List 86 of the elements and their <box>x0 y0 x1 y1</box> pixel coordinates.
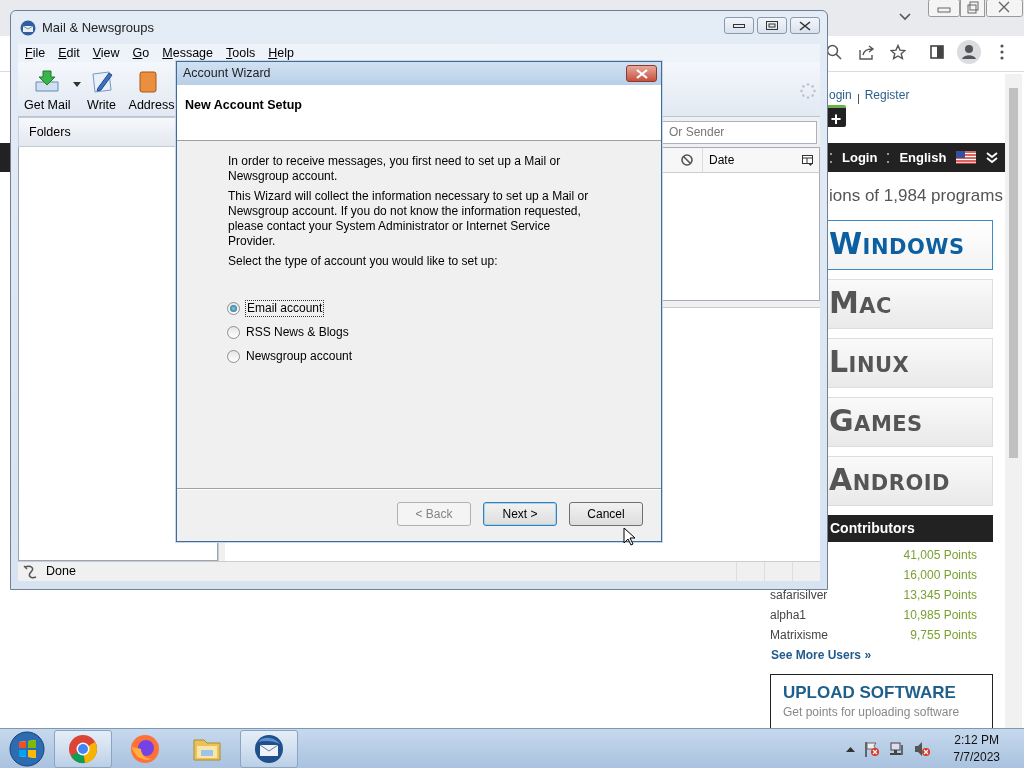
share-icon[interactable] <box>858 44 876 60</box>
instruction-text: This Wizard will collect the information necessary to set up a Mail or Newsgroup account. If you do not know the information requested, please contact your System Administrator or Internet Service Provider. <box>228 189 589 249</box>
panel-title: UPLOAD SOFTWARE <box>783 683 957 703</box>
radio-button[interactable] <box>227 301 240 315</box>
close-icon <box>635 68 648 79</box>
maximize-icon <box>766 21 778 30</box>
fox-browser-icon <box>130 733 160 764</box>
menu-item[interactable]: File <box>18 45 52 61</box>
restore-icon[interactable] <box>960 0 985 17</box>
side-panel-icon[interactable] <box>930 45 944 59</box>
menu-item[interactable]: Go <box>125 45 156 61</box>
menu-icon[interactable] <box>1000 44 1004 60</box>
platform-button[interactable]: Linux <box>828 338 993 388</box>
network-icon[interactable] <box>889 740 906 757</box>
close-icon[interactable] <box>986 0 1023 17</box>
menu-item[interactable]: Message <box>155 45 219 61</box>
mail-app-icon <box>254 733 284 764</box>
menu-item[interactable]: View <box>85 45 126 61</box>
loading-spinner-icon <box>800 83 816 99</box>
column-picker-icon[interactable] <box>802 154 813 166</box>
instruction-text: In order to receive messages, you first need to set up a Mail or Newsgroup account. <box>228 154 562 184</box>
platform-button[interactable]: Games <box>828 397 993 447</box>
header-link[interactable]: Register <box>864 86 910 104</box>
minimize-icon[interactable] <box>928 0 960 17</box>
clock-time[interactable]: 2:12 PM <box>954 731 999 749</box>
dialog-button[interactable]: Cancel <box>569 502 643 526</box>
headline: ions of 1,984 programs <box>829 185 1003 208</box>
browser-icon <box>68 733 98 764</box>
radio-label[interactable]: Email account <box>246 300 324 316</box>
caret-icon[interactable] <box>72 82 81 87</box>
search-icon[interactable] <box>826 44 842 60</box>
window-title: Mail & Newsgroups <box>42 18 154 37</box>
nav-link[interactable]: Login <box>842 147 878 168</box>
platform-button[interactable]: Android <box>828 456 993 506</box>
points-text: 10,985 Points <box>903 607 977 624</box>
close-icon <box>799 20 811 31</box>
see-more-link[interactable]: See More Users » <box>771 646 872 664</box>
flag-icon[interactable] <box>864 740 881 757</box>
maximize-button[interactable] <box>757 17 787 34</box>
points-text: 9,755 Points <box>910 627 977 644</box>
chevron-down-icon[interactable] <box>898 12 912 22</box>
radio-label[interactable]: RSS News & Blogs <box>246 324 349 340</box>
radio-label[interactable]: Newsgroup account <box>246 348 353 364</box>
search-field[interactable]: Or Sender <box>662 120 817 144</box>
points-text: 41,005 Points <box>903 547 977 564</box>
status-text: Done <box>46 563 76 581</box>
dialog-title: Account Wizard <box>183 65 271 83</box>
close-button[interactable] <box>626 65 657 82</box>
cursor-icon <box>623 527 635 546</box>
dialog-heading: New Account Setup <box>177 85 661 141</box>
activity-icon <box>22 563 38 580</box>
radio-button[interactable] <box>227 349 240 363</box>
taskbar-button[interactable] <box>240 729 298 768</box>
minimize-button[interactable] <box>724 17 754 34</box>
points-text: 13,345 Points <box>903 587 977 604</box>
platform-button[interactable]: Windows <box>828 220 993 270</box>
double-chevron-icon[interactable] <box>986 151 999 164</box>
platform-button[interactable]: Mac <box>828 279 993 329</box>
panel-text: Get points for uploading software <box>783 704 961 721</box>
nav-link[interactable]: English <box>899 147 947 168</box>
clock-date[interactable]: 7/7/2023 <box>953 748 1000 766</box>
menu-item[interactable]: Edit <box>51 45 86 61</box>
scrollbar[interactable] <box>1005 74 1022 728</box>
user-name[interactable]: Matrixisme <box>770 626 828 644</box>
dialog-button[interactable]: Next > <box>483 502 557 526</box>
mail-app-icon <box>20 19 36 36</box>
flag-icon <box>956 151 977 164</box>
toolbar-button[interactable]: Write <box>80 68 123 115</box>
instruction-text: Select the type of account you would like to set up: <box>228 254 499 269</box>
user-name[interactable]: safarisilver <box>770 586 828 604</box>
minimize-icon <box>733 22 745 29</box>
menu-item[interactable]: Tools <box>219 45 262 61</box>
show-hidden-icons[interactable] <box>846 745 856 752</box>
header-link[interactable]: ogin <box>829 86 852 104</box>
profile-icon[interactable] <box>957 40 981 64</box>
points-text: 16,000 Points <box>903 567 977 584</box>
user-name[interactable]: alpha1 <box>770 606 807 624</box>
junk-status-icon <box>681 154 693 166</box>
toolbar-button[interactable]: Get Mail <box>18 68 77 115</box>
plus-button[interactable]: + <box>826 105 846 127</box>
radio-button[interactable] <box>227 325 240 339</box>
taskbar-button[interactable] <box>54 729 112 768</box>
muted-speaker-icon[interactable] <box>914 740 931 757</box>
star-icon[interactable] <box>890 44 906 60</box>
close-button[interactable] <box>790 17 820 34</box>
menu-item[interactable]: Help <box>261 45 300 61</box>
